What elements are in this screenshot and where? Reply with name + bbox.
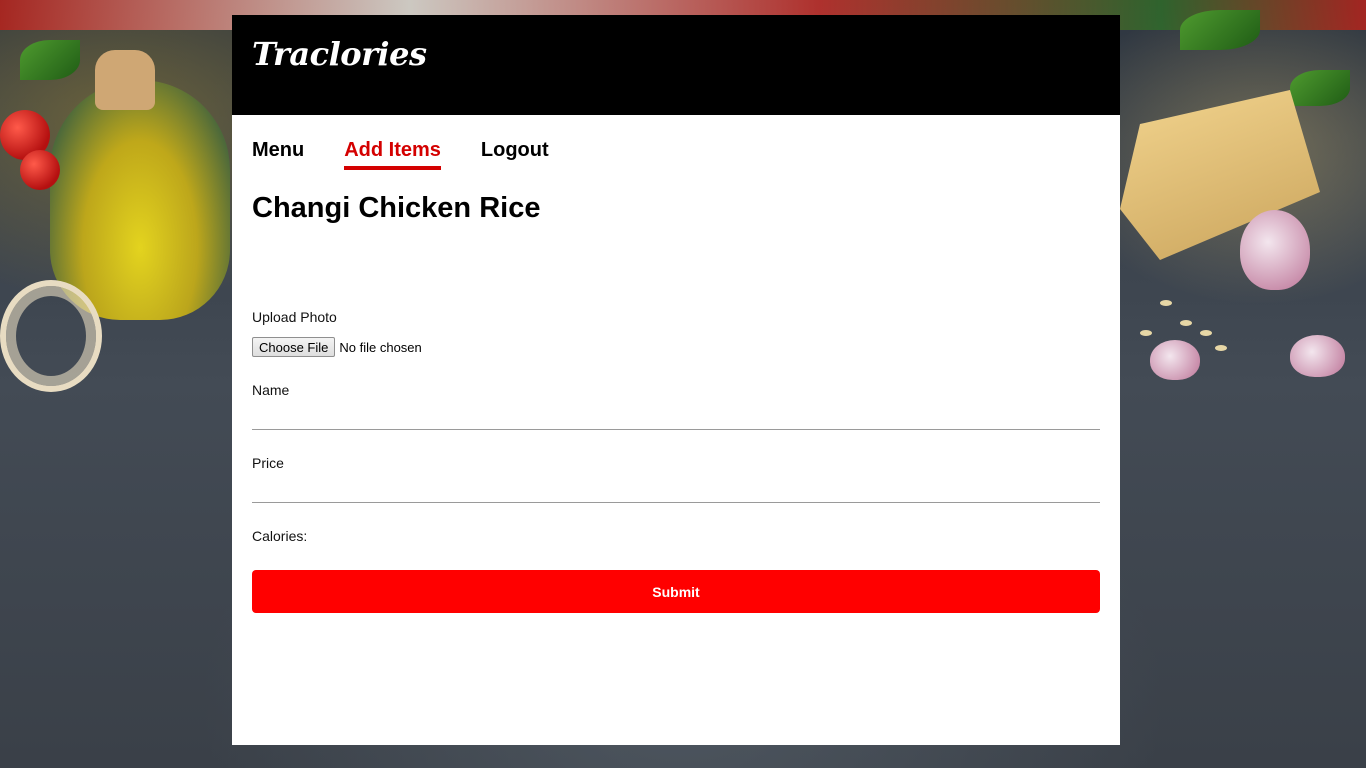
site-logo[interactable]: Traclories	[252, 35, 427, 73]
onion-ring-decoration	[0, 280, 102, 392]
calories-label: Calories:	[252, 528, 308, 544]
name-label: Name	[252, 382, 290, 398]
garlic-decoration	[1150, 340, 1200, 380]
name-input[interactable]	[252, 401, 1100, 430]
main-nav: Menu Add Items Logout	[252, 139, 549, 170]
upload-photo-label: Upload Photo	[252, 309, 337, 325]
price-input[interactable]	[252, 474, 1100, 503]
garlic-decoration	[1240, 210, 1310, 290]
pine-nut-decoration	[1160, 300, 1172, 306]
file-upload-control: Choose File No file chosen	[252, 337, 422, 357]
oil-bottle-decoration	[50, 80, 230, 320]
basil-leaf-decoration	[1180, 10, 1260, 50]
nav-item-add-items[interactable]: Add Items	[344, 139, 441, 170]
pine-nut-decoration	[1140, 330, 1152, 336]
choose-file-button[interactable]: Choose File	[252, 337, 336, 357]
nav-item-logout[interactable]: Logout	[481, 139, 549, 170]
submit-button[interactable]: Submit	[252, 570, 1100, 613]
main-panel: Traclories Menu Add Items Logout Changi …	[232, 15, 1120, 745]
page-title: Changi Chicken Rice	[252, 192, 541, 224]
pine-nut-decoration	[1215, 345, 1227, 351]
basil-leaf-decoration	[20, 40, 80, 80]
basil-leaf-decoration	[1290, 70, 1350, 106]
nav-item-menu[interactable]: Menu	[252, 139, 304, 170]
file-status-text: No file chosen	[339, 339, 422, 355]
tomato-decoration	[20, 150, 60, 190]
site-header: Traclories	[232, 15, 1120, 115]
pine-nut-decoration	[1180, 320, 1192, 326]
garlic-decoration	[1290, 335, 1345, 377]
price-label: Price	[252, 455, 284, 471]
bottle-cork-decoration	[95, 50, 155, 110]
pine-nut-decoration	[1200, 330, 1212, 336]
